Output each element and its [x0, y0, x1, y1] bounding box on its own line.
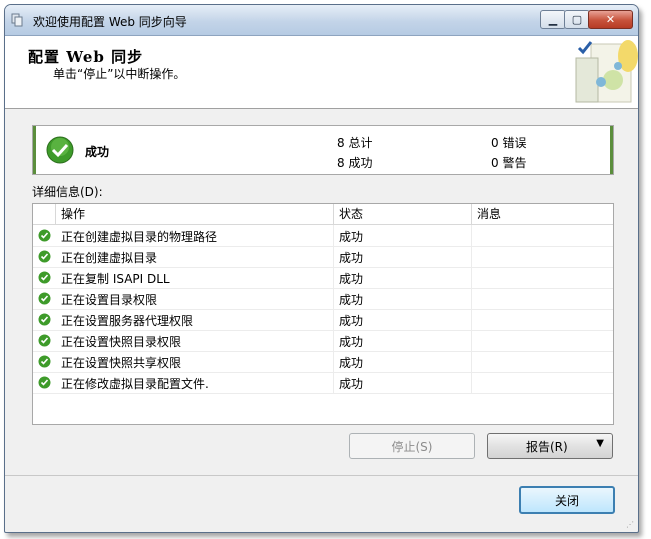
- success-count: 8 成功: [337, 156, 373, 170]
- resize-grip-icon[interactable]: ⋰: [626, 520, 636, 530]
- table-row[interactable]: 正在设置服务器代理权限 成功: [33, 309, 613, 331]
- row-status: 成功: [339, 314, 364, 328]
- title-bar[interactable]: 欢迎使用配置 Web 同步向导 ▁ ▢ ✕: [5, 5, 638, 36]
- details-table[interactable]: 操作 状态 消息 正在创建虚拟目录的物理路径 成功 正在创建虚拟目录 成功 正在…: [32, 203, 614, 425]
- dropdown-arrow-icon: ▼: [596, 438, 604, 449]
- row-status: 成功: [339, 377, 364, 391]
- row-status: 成功: [339, 272, 364, 286]
- stop-button[interactable]: 停止(S): [349, 433, 475, 459]
- row-action: 正在设置快照目录权限: [61, 335, 182, 349]
- row-action: 正在设置目录权限: [61, 293, 158, 307]
- row-status: 成功: [339, 251, 364, 265]
- success-check-icon: [38, 292, 51, 305]
- minimize-button[interactable]: ▁: [540, 10, 566, 29]
- error-count: 0 错误: [491, 136, 527, 150]
- page-title: 配置 Web 同步: [28, 48, 144, 66]
- close-window-button[interactable]: ✕: [588, 10, 633, 29]
- success-check-icon: [38, 229, 51, 242]
- column-header-message[interactable]: 消息: [477, 206, 501, 222]
- success-check-icon: [38, 250, 51, 263]
- row-action: 正在设置快照共享权限: [61, 356, 182, 370]
- row-status: 成功: [339, 230, 364, 244]
- table-row[interactable]: 正在复制 ISAPI DLL 成功: [33, 267, 613, 289]
- table-row[interactable]: 正在创建虚拟目录 成功: [33, 246, 613, 268]
- summary-panel: 成功 8 总计 8 成功 0 错误 0 警告: [32, 125, 614, 175]
- close-button[interactable]: 关闭: [519, 486, 615, 514]
- table-row[interactable]: 正在设置快照共享权限 成功: [33, 351, 613, 373]
- close-button-label: 关闭: [554, 493, 579, 508]
- table-header: 操作 状态 消息: [33, 204, 613, 225]
- page-subtitle: 单击“停止”以中断操作。: [53, 67, 186, 81]
- success-check-icon: [38, 271, 51, 284]
- row-status: 成功: [339, 356, 364, 370]
- row-action: 正在修改虚拟目录配置文件.: [61, 377, 209, 391]
- row-action: 正在复制 ISAPI DLL: [61, 272, 170, 286]
- table-row[interactable]: 正在修改虚拟目录配置文件. 成功: [33, 372, 613, 394]
- maximize-button[interactable]: ▢: [564, 10, 590, 29]
- table-row[interactable]: 正在创建虚拟目录的物理路径 成功: [33, 225, 613, 247]
- maximize-icon: ▢: [571, 13, 583, 26]
- minimize-icon: ▁: [548, 13, 558, 26]
- wizard-header: 配置 Web 同步 单击“停止”以中断操作。: [5, 36, 638, 109]
- column-header-action[interactable]: 操作: [61, 206, 85, 222]
- row-status: 成功: [339, 293, 364, 307]
- wizard-window: 欢迎使用配置 Web 同步向导 ▁ ▢ ✕ 配置 Web 同步 单击“停止”以中…: [4, 4, 639, 533]
- details-label: 详细信息(D):: [32, 185, 103, 199]
- row-action: 正在创建虚拟目录的物理路径: [61, 230, 218, 244]
- close-icon: ✕: [605, 13, 616, 26]
- success-check-icon: [38, 376, 51, 389]
- stop-button-label: 停止(S): [391, 439, 433, 454]
- column-header-status[interactable]: 状态: [339, 206, 363, 222]
- report-button-label: 报告(R): [526, 440, 568, 454]
- warning-count: 0 警告: [491, 156, 527, 170]
- report-button[interactable]: 报告(R) ▼: [487, 433, 613, 459]
- row-action: 正在创建虚拟目录: [61, 251, 158, 265]
- sync-wizard-graphic-icon: [575, 40, 638, 103]
- success-check-icon: [46, 136, 74, 164]
- window-title: 欢迎使用配置 Web 同步向导: [33, 15, 187, 29]
- success-check-icon: [38, 355, 51, 368]
- success-check-icon: [38, 313, 51, 326]
- total-count: 8 总计: [337, 136, 373, 150]
- row-status: 成功: [339, 335, 364, 349]
- overall-status: 成功: [85, 145, 110, 159]
- success-check-icon: [38, 334, 51, 347]
- table-row[interactable]: 正在设置目录权限 成功: [33, 288, 613, 310]
- table-row[interactable]: 正在设置快照目录权限 成功: [33, 330, 613, 352]
- app-icon: [11, 13, 23, 27]
- footer-divider: [5, 475, 638, 476]
- row-action: 正在设置服务器代理权限: [61, 314, 194, 328]
